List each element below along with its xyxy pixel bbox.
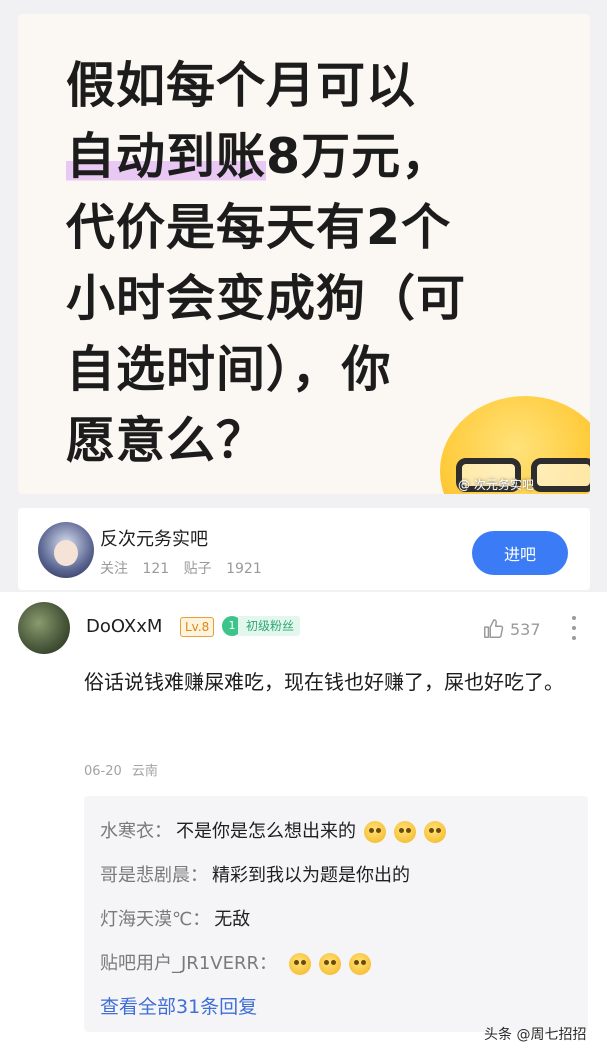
reply-item[interactable]: 贴吧用户_JR1VERR： bbox=[100, 942, 572, 986]
reply-item[interactable]: 水寒衣： 不是你是怎么想出来的 bbox=[100, 810, 572, 854]
username[interactable]: DoOXxM bbox=[86, 616, 162, 637]
level-badge: Lv.8 bbox=[180, 617, 215, 637]
posts-stat: 贴子 1921 bbox=[184, 561, 262, 577]
thumbs-up-icon bbox=[484, 619, 504, 638]
comment-meta: 06-20 云南 bbox=[84, 760, 158, 779]
reply-item[interactable]: 哥是悲剧晨： 精彩到我以为题是你出的 bbox=[100, 854, 572, 898]
forum-stats: 关注 121 贴子 1921 bbox=[100, 558, 262, 578]
posts-label: 贴子 bbox=[183, 561, 212, 577]
surprised-emoji-icon bbox=[288, 953, 311, 975]
fan-badge: 1 初级粉丝 bbox=[222, 615, 301, 637]
reply-author[interactable]: 哥是悲剧晨 bbox=[100, 854, 190, 898]
surprised-emoji-icon bbox=[364, 821, 386, 843]
surprised-emoji-icon bbox=[394, 821, 416, 843]
posts-count: 1921 bbox=[226, 561, 262, 577]
comment-date: 06-20 bbox=[84, 764, 122, 779]
fan-title: 初级粉丝 bbox=[238, 616, 301, 636]
reply-author[interactable]: 灯海天漠℃ bbox=[100, 898, 192, 942]
image-watermark: @ 次元务实吧 bbox=[458, 478, 534, 492]
like-count: 537 bbox=[510, 619, 541, 639]
enter-forum-button[interactable]: 进吧 bbox=[472, 531, 568, 575]
avatar[interactable] bbox=[18, 602, 70, 654]
more-options-icon[interactable] bbox=[568, 616, 580, 640]
reply-author[interactable]: 贴吧用户_JR1VERR bbox=[100, 942, 259, 986]
surprised-emoji-icon bbox=[318, 953, 341, 975]
reply-author[interactable]: 水寒衣 bbox=[100, 810, 154, 854]
follow-label: 关注 bbox=[100, 561, 128, 577]
headline-highlight: 自动到账 bbox=[66, 128, 267, 185]
headline-line-2-rest: 8万元， bbox=[266, 128, 452, 185]
headline-line-3: 代价是每天有2个 bbox=[66, 199, 452, 256]
forum-avatar[interactable] bbox=[38, 522, 94, 578]
surprised-emoji-icon bbox=[424, 821, 446, 843]
comment-location: 云南 bbox=[131, 764, 158, 779]
view-all-replies-link[interactable]: 查看全部31条回复 bbox=[100, 992, 257, 1019]
follow-count: 121 bbox=[142, 561, 170, 577]
comment-text: 俗话说钱难赚屎难吃，现在钱也好赚了，屎也好吃了。 bbox=[84, 670, 564, 694]
source-watermark: 头条 @周七招招 bbox=[484, 1027, 587, 1043]
post-image[interactable]: 假如每个月可以 自动到账8万元， 代价是每天有2个 小时会变成狗（可 自选时间）… bbox=[18, 14, 590, 494]
reply-text: 精彩到我以为题是你出的 bbox=[212, 865, 410, 886]
reply-text: 无敌 bbox=[214, 909, 251, 930]
follow-stat: 关注 121 bbox=[100, 561, 169, 577]
headline-line-5: 自选时间），你 bbox=[66, 341, 392, 398]
reply-text: 不是你是怎么想出来的 bbox=[176, 821, 356, 842]
headline-line-1: 假如每个月可以 bbox=[66, 57, 417, 114]
forum-bar[interactable]: 反次元务实吧 关注 121 贴子 1921 进吧 bbox=[18, 508, 590, 590]
surprised-emoji-icon bbox=[348, 953, 371, 975]
reply-item[interactable]: 灯海天漠℃： 无敌 bbox=[100, 898, 572, 942]
like-button[interactable]: 537 bbox=[482, 618, 541, 640]
replies-box[interactable]: 水寒衣： 不是你是怎么想出来的 哥是悲剧晨： 精彩到我以为题是你出的 灯海天漠℃… bbox=[84, 796, 588, 1032]
headline-line-4: 小时会变成狗（可 bbox=[66, 270, 467, 327]
comment: DoOXxM Lv.8 1 初级粉丝 537 俗话说钱难赚屎难吃，现在钱也好赚了… bbox=[0, 592, 607, 1054]
headline-line-2: 自动到账8万元， bbox=[66, 121, 566, 192]
forum-name[interactable]: 反次元务实吧 bbox=[100, 525, 208, 551]
